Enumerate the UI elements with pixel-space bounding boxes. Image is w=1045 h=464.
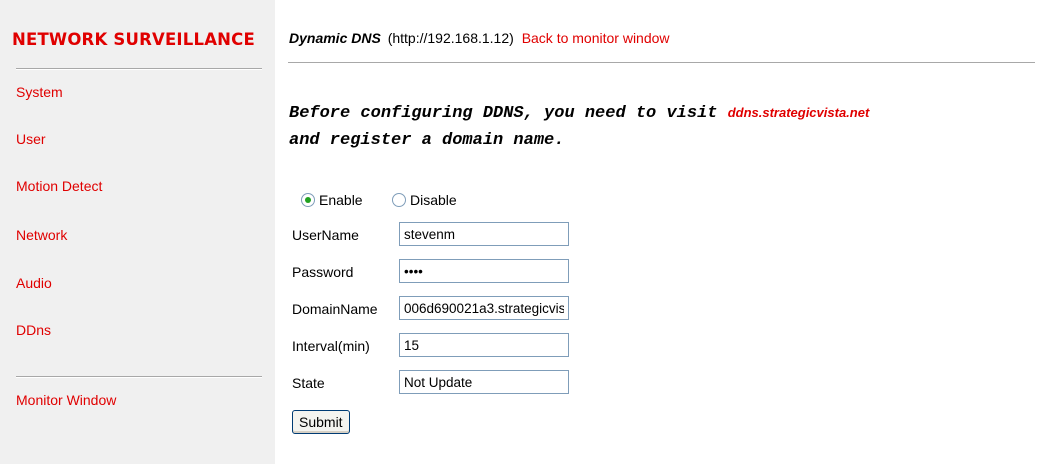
- username-field[interactable]: [399, 222, 569, 246]
- brand-title: NETWORK SURVEILLANCE: [12, 30, 255, 49]
- radio-unchecked-icon[interactable]: [392, 193, 406, 207]
- sidebar-divider: [16, 376, 262, 378]
- sidebar-item-user[interactable]: User: [16, 131, 46, 147]
- state-label: State: [292, 375, 325, 391]
- notice-line-1: Before configuring DDNS, you need to vis…: [289, 104, 869, 123]
- sidebar-item-monitor-window[interactable]: Monitor Window: [16, 392, 116, 408]
- submit-button[interactable]: Submit: [292, 410, 350, 434]
- password-label: Password: [292, 264, 354, 280]
- back-to-monitor-link[interactable]: Back to monitor window: [522, 30, 670, 46]
- domainname-label: DomainName: [292, 301, 378, 317]
- domainname-field[interactable]: [399, 296, 569, 320]
- sidebar-item-motion-detect[interactable]: Motion Detect: [16, 178, 102, 194]
- page-title: Dynamic DNS: [289, 30, 381, 46]
- interval-field[interactable]: [399, 333, 569, 357]
- page-header: Dynamic DNS (http://192.168.1.12) Back t…: [289, 30, 670, 46]
- disable-radio[interactable]: Disable: [392, 192, 457, 208]
- interval-label: Interval(min): [292, 338, 370, 354]
- username-label: UserName: [292, 227, 359, 243]
- header-divider: [288, 62, 1035, 64]
- sidebar: NETWORK SURVEILLANCE System User Motion …: [0, 0, 275, 464]
- password-field[interactable]: [399, 259, 569, 283]
- enable-radio[interactable]: Enable: [301, 192, 363, 208]
- sidebar-item-ddns[interactable]: DDns: [16, 322, 51, 338]
- sidebar-item-audio[interactable]: Audio: [16, 275, 52, 291]
- sidebar-item-system[interactable]: System: [16, 84, 63, 100]
- sidebar-divider: [16, 68, 262, 70]
- sidebar-item-network[interactable]: Network: [16, 227, 67, 243]
- device-url: (http://192.168.1.12): [387, 30, 514, 46]
- ddns-provider-link[interactable]: ddns.strategicvista.net: [728, 105, 870, 120]
- notice-text: Before configuring DDNS, you need to vis…: [289, 104, 718, 123]
- notice-line-2: and register a domain name.: [289, 131, 565, 150]
- disable-label: Disable: [410, 192, 457, 208]
- enable-label: Enable: [319, 192, 363, 208]
- state-field[interactable]: [399, 370, 569, 394]
- radio-checked-icon[interactable]: [301, 193, 315, 207]
